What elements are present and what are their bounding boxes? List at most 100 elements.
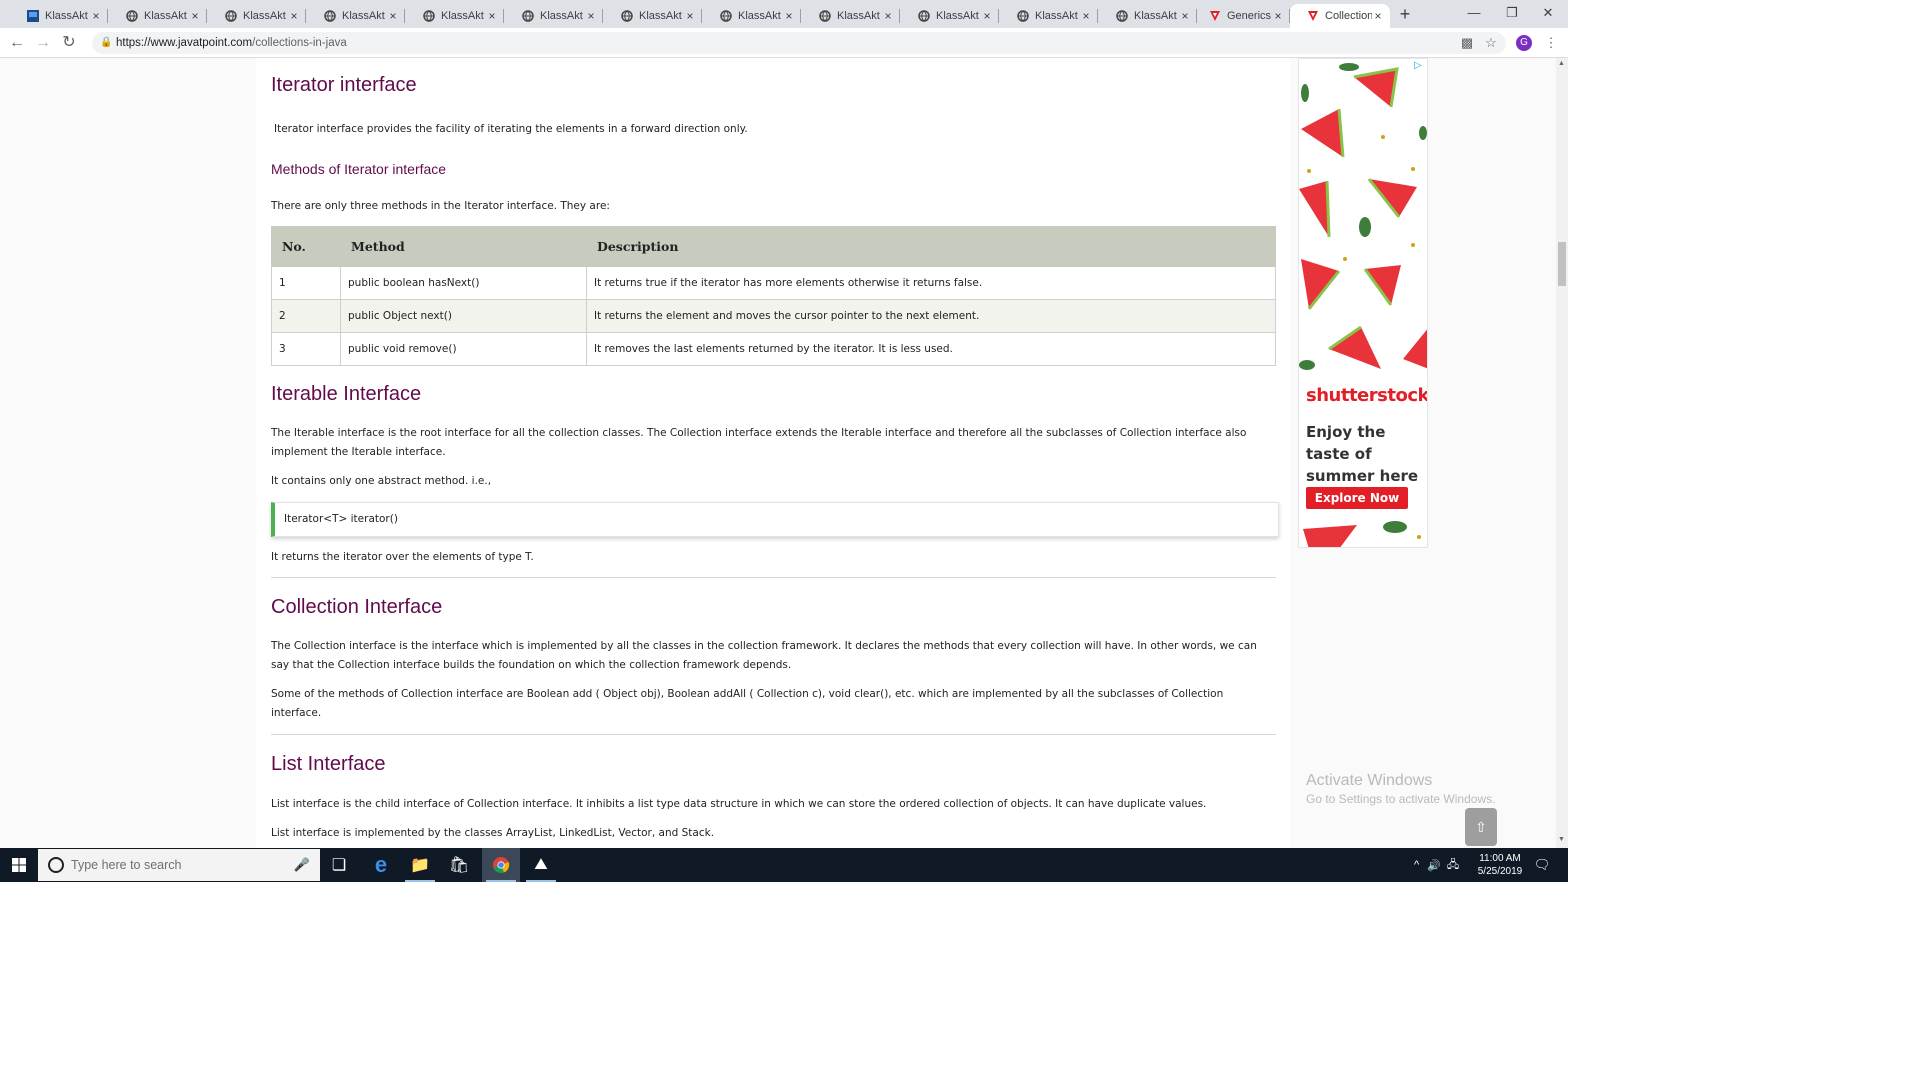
tab-title: KlassAkt LI (441, 10, 486, 22)
tab-close-icon[interactable]: × (1272, 9, 1284, 23)
tab-close-icon[interactable]: × (1372, 9, 1384, 23)
browser-tab[interactable]: Collection × (1290, 4, 1390, 28)
browser-tab[interactable]: KlassAkt LI× (604, 4, 702, 28)
file-explorer-icon[interactable]: 📁 (401, 848, 439, 882)
page-viewport: Iterator interface Iterator interface pr… (0, 58, 1556, 848)
browser-tab[interactable]: Generics in× (1192, 4, 1290, 28)
browser-tab[interactable]: KlassAkt LI× (1000, 4, 1098, 28)
browser-tab[interactable]: KlassAkt LI× (307, 4, 405, 28)
chrome-icon[interactable] (482, 848, 520, 882)
globe-favicon-icon (1115, 10, 1128, 23)
globe-favicon-icon (521, 10, 534, 23)
browser-tab[interactable]: KlassAkt LI× (901, 4, 999, 28)
toolbar: ← → ↻ 🔒 https://www.javatpoint.com/colle… (0, 28, 1568, 58)
browser-tab[interactable]: KlassAkt LI× (406, 4, 504, 28)
list-paragraph-2: List interface is implemented by the cla… (271, 827, 715, 839)
page-scrollbar[interactable]: ▲ ▼ (1556, 58, 1568, 848)
minimize-icon[interactable]: — (1464, 4, 1484, 22)
javatpoint-favicon-icon (1208, 10, 1221, 23)
tab-strip: KlassAkt LI×KlassAkt LI×KlassAkt LI×Klas… (0, 0, 1568, 28)
tab-title: KlassAkt LI (1035, 10, 1080, 22)
table-cell-method: public void remove() (340, 332, 587, 366)
browser-tab[interactable]: KlassAkt LI× (703, 4, 801, 28)
watermelon-slice (1353, 67, 1399, 108)
address-bar[interactable]: 🔒 https://www.javatpoint.com/collections… (92, 32, 1506, 54)
task-view-icon[interactable]: ❏ (320, 848, 358, 882)
table-header-description: Description (586, 226, 1276, 267)
volume-icon[interactable]: 🔊 (1427, 859, 1441, 872)
tab-close-icon[interactable]: × (783, 9, 795, 23)
list-paragraph-1: List interface is the child interface of… (271, 798, 1207, 810)
microphone-icon[interactable]: 🎤 (294, 857, 310, 873)
network-icon[interactable]: 🖧 (1447, 856, 1459, 875)
close-window-icon[interactable]: ✕ (1538, 4, 1558, 22)
seed (1417, 535, 1421, 539)
forward-icon[interactable]: → (32, 32, 54, 54)
browser-tab[interactable]: KlassAkt LI× (802, 4, 900, 28)
show-hidden-icons-icon[interactable]: ^ (1414, 859, 1419, 871)
tab-close-icon[interactable]: × (1080, 9, 1092, 23)
reload-icon[interactable]: ↻ (58, 32, 80, 54)
ad-choices-icon[interactable]: ▷ (1414, 60, 1425, 71)
tab-close-icon[interactable]: × (90, 9, 102, 23)
divider (271, 734, 1276, 735)
tab-close-icon[interactable]: × (981, 9, 993, 23)
heading-iterator-interface: Iterator interface (271, 74, 417, 96)
browser-tab[interactable]: KlassAkt LI× (505, 4, 603, 28)
table-cell-description: It returns the element and moves the cur… (586, 299, 1276, 333)
tab-close-icon[interactable]: × (387, 9, 399, 23)
shutterstock-ad[interactable]: ▷ shutterstock Enjoy the taste of summer… (1298, 58, 1428, 548)
scroll-down-arrow-icon[interactable]: ▼ (1558, 836, 1565, 843)
explore-now-button[interactable]: Explore Now (1306, 487, 1408, 509)
tab-close-icon[interactable]: × (882, 9, 894, 23)
taskbar-clock[interactable]: 11:00 AM 5/25/2019 (1472, 852, 1528, 878)
ad-tagline: Enjoy the taste of summer here (1306, 423, 1419, 485)
tab-close-icon[interactable]: × (684, 9, 696, 23)
menu-kebab-icon[interactable]: ⋮ (1542, 34, 1560, 52)
seed (1307, 169, 1311, 173)
taskbar-search-box[interactable]: Type here to search 🎤 (38, 849, 320, 881)
scroll-up-arrow-icon[interactable]: ▲ (1558, 60, 1565, 67)
scrollbar-thumb[interactable] (1558, 242, 1566, 286)
tab-close-icon[interactable]: × (486, 9, 498, 23)
seed (1411, 243, 1415, 247)
edge-browser-icon[interactable]: e (362, 848, 400, 882)
browser-tab[interactable]: KlassAkt LI× (109, 4, 207, 28)
tab-title: KlassAkt LI (144, 10, 189, 22)
bookmark-star-icon[interactable]: ☆ (1482, 34, 1500, 52)
leaf (1301, 84, 1309, 102)
store-icon[interactable]: 🛍 (440, 848, 478, 882)
browser-tab[interactable]: KlassAkt LI× (1099, 4, 1197, 28)
table-cell-method: public boolean hasNext() (340, 266, 587, 300)
article-content: Iterator interface Iterator interface pr… (256, 58, 1290, 848)
globe-favicon-icon (224, 10, 237, 23)
collection-paragraph-1: The Collection interface is the interfac… (271, 640, 1257, 671)
table-cell-method: public Object next() (340, 299, 587, 333)
blocked-content-icon[interactable]: ▩ (1458, 34, 1476, 52)
watermelon-slice (1299, 180, 1331, 238)
windows-logo-icon (12, 858, 26, 872)
watermelon-slice (1367, 178, 1417, 218)
tab-close-icon[interactable]: × (288, 9, 300, 23)
browser-tab[interactable]: KlassAkt LI× (208, 4, 306, 28)
tab-close-icon[interactable]: × (1179, 9, 1191, 23)
tab-title: KlassAkt LI (639, 10, 684, 22)
restore-icon[interactable]: ❐ (1502, 4, 1522, 22)
back-icon[interactable]: ← (6, 32, 28, 54)
new-tab-button[interactable]: + (1396, 5, 1414, 23)
table-header-no: No. (271, 226, 341, 267)
heading-list-interface: List Interface (271, 753, 386, 775)
browser-tab[interactable]: KlassAkt LI× (10, 4, 108, 28)
iterator-intro: Iterator interface provides the facility… (274, 123, 748, 135)
table-header-row: No. Method Description (271, 226, 1276, 267)
activate-subtitle: Go to Settings to activate Windows. (1306, 792, 1496, 806)
start-button[interactable] (0, 848, 38, 882)
action-center-icon[interactable]: 🗨 (1530, 848, 1554, 882)
profile-avatar[interactable]: G (1516, 35, 1532, 51)
photos-app-icon[interactable]: ⛰ (522, 848, 560, 882)
seed (1411, 167, 1415, 171)
tab-title: KlassAkt LI (1134, 10, 1179, 22)
tab-close-icon[interactable]: × (189, 9, 201, 23)
scroll-to-top-button[interactable]: ⇧ (1465, 808, 1497, 846)
tab-close-icon[interactable]: × (585, 9, 597, 23)
